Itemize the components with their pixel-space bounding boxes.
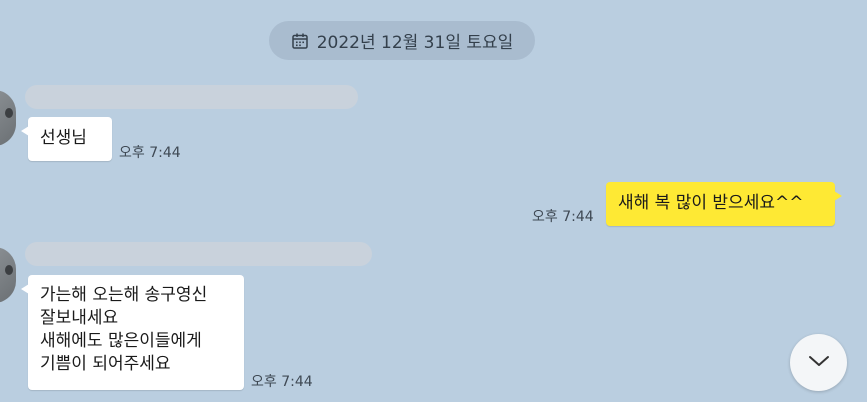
sender-avatar[interactable] [0,90,16,146]
message-text-line: 새해에도 많은이들에게 [40,331,202,351]
message-time: 오후 7:44 [119,145,181,161]
date-divider: 2022년 12월 31일 토요일 [269,21,535,60]
message-time: 오후 7:44 [532,209,594,225]
message-text-line: 가는해 오는해 송구영신 [40,285,208,305]
sender-name-redacted [25,242,372,266]
incoming-message-bubble[interactable]: 가는해 오는해 송구영신 잘보내세요 새해에도 많은이들에게 기쁨이 되어주세요 [21,275,244,390]
chevron-down-icon [808,353,830,372]
message-text-line: 잘보내세요 [40,308,119,328]
message-text: 선생님 [40,128,87,148]
message-time: 오후 7:44 [251,374,313,390]
outgoing-message-bubble[interactable]: 새해 복 많이 받으세요^^ [606,182,842,226]
sender-name-redacted [25,85,358,109]
scroll-to-bottom-button[interactable] [790,334,847,391]
incoming-message-bubble[interactable]: 선생님 [21,117,112,161]
calendar-icon [291,32,309,50]
sender-avatar[interactable] [0,247,16,303]
message-text-line: 기쁨이 되어주세요 [40,354,171,374]
message-text: 새해 복 많이 받으세요^^ [618,193,804,213]
date-text: 2022년 12월 31일 토요일 [316,33,514,53]
